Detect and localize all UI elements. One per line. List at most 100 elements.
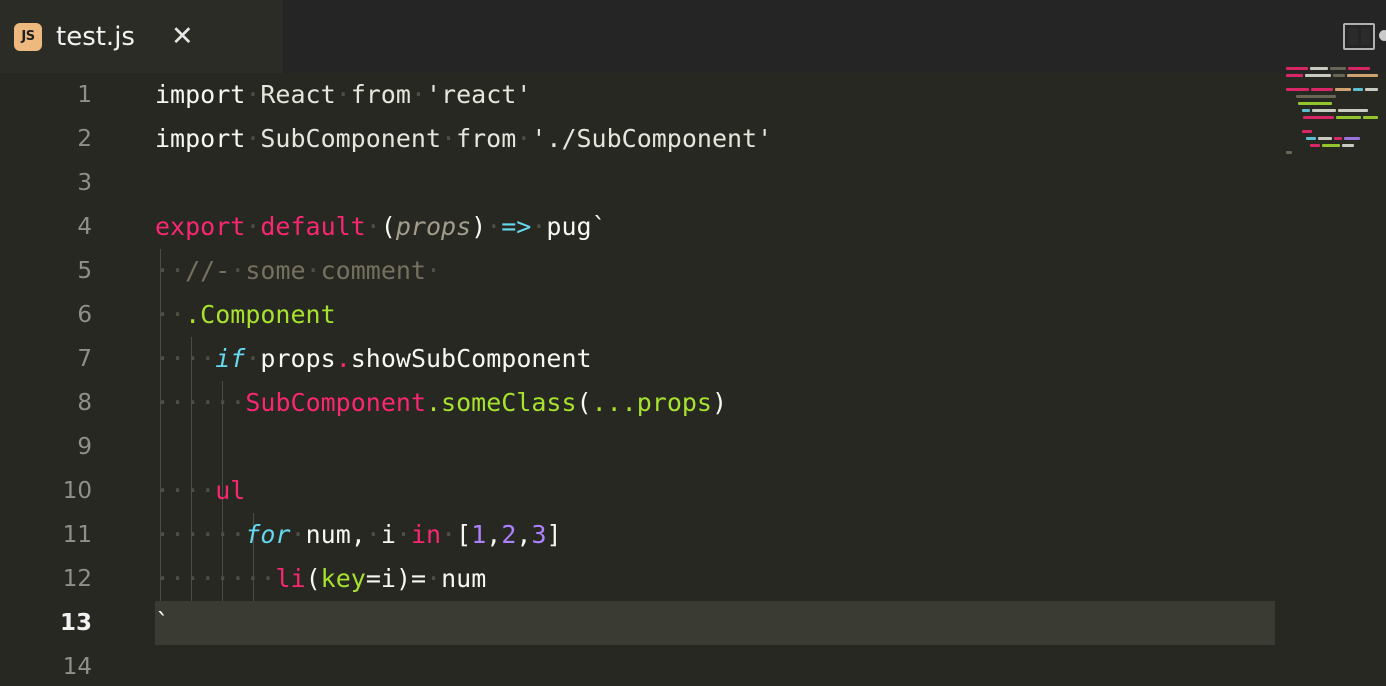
code-token: · <box>230 256 246 285</box>
code-token: · <box>441 520 457 549</box>
code-token: i <box>380 520 396 549</box>
minimap-segment <box>1286 109 1300 112</box>
code-token: · <box>245 80 261 109</box>
code-line-4[interactable]: 4 export·default·(props)·=>·pug` <box>0 205 1386 249</box>
code-token: ] <box>546 520 562 549</box>
code-line-10[interactable]: 10 ····ul <box>0 469 1386 513</box>
minimap-segment <box>1303 116 1334 119</box>
minimap-line <box>1286 73 1378 78</box>
code-token: , <box>516 520 532 549</box>
minimap-line <box>1286 87 1378 92</box>
code-token: · <box>185 388 201 417</box>
code-token: some <box>245 256 306 285</box>
code-token: props <box>395 212 472 241</box>
code-token: · <box>230 564 246 593</box>
minimap-line <box>1286 150 1378 155</box>
code-token: ` <box>155 608 171 637</box>
code-token: ) <box>471 212 487 241</box>
code-token: · <box>486 212 502 241</box>
code-token: · <box>200 388 216 417</box>
minimap-line <box>1286 101 1378 106</box>
js-file-icon: JS <box>14 22 42 51</box>
minimap-segment <box>1338 109 1368 112</box>
minimap-line <box>1286 136 1378 141</box>
minimap-segment <box>1302 130 1312 133</box>
line-number: 12 <box>62 566 92 592</box>
minimap-segment <box>1286 102 1296 105</box>
close-icon[interactable]: ✕ <box>171 23 194 50</box>
code-line-text: ········li(key=i)=·num <box>155 557 486 601</box>
code-line-3[interactable]: 3 <box>0 161 1386 205</box>
code-token: · <box>170 388 186 417</box>
code-token: · <box>410 80 426 109</box>
code-token: · <box>260 564 276 593</box>
code-token: num <box>441 564 487 593</box>
code-line-6[interactable]: 6 ··.Component <box>0 293 1386 337</box>
code-token: .Component <box>185 300 336 329</box>
code-line-text: ··//-·some·comment· <box>155 249 441 293</box>
minimap-segment <box>1286 74 1303 77</box>
code-token: · <box>441 124 457 153</box>
code-minimap[interactable] <box>1280 60 1386 180</box>
code-token: ( <box>305 564 321 593</box>
code-token: i <box>380 564 396 593</box>
code-token: · <box>170 564 186 593</box>
minimap-segment <box>1286 137 1304 140</box>
line-number: 2 <box>77 126 92 152</box>
code-line-8[interactable]: 8 ······SubComponent.someClass(...props) <box>0 381 1386 425</box>
minimap-line <box>1286 66 1378 71</box>
tab-test-js[interactable]: JS test.js ✕ <box>0 0 283 73</box>
code-token: props <box>260 344 336 373</box>
minimap-segment <box>1342 144 1354 147</box>
code-line-2[interactable]: 2 import·SubComponent·from·'./SubComponen… <box>0 117 1386 161</box>
minimap-segment <box>1306 137 1316 140</box>
code-line-text: ` <box>155 601 170 645</box>
code-token: export <box>155 212 246 241</box>
minimap-line <box>1286 108 1378 113</box>
minimap-line <box>1286 80 1378 85</box>
code-token: for <box>245 520 291 549</box>
code-token: · <box>215 520 231 549</box>
code-token: from <box>456 124 517 153</box>
split-pane-right <box>1360 28 1370 45</box>
code-line-13[interactable]: 13 ` <box>0 601 1386 645</box>
code-line-11[interactable]: 11 ······for·num,·i·in·[1,2,3] <box>0 513 1386 557</box>
code-line-14[interactable]: 14 <box>0 645 1386 686</box>
code-token: · <box>170 300 186 329</box>
code-line-1[interactable]: 1 import·React·from·'react' <box>0 73 1386 117</box>
code-token: · <box>170 256 186 285</box>
code-token: .someClass <box>426 388 577 417</box>
code-line-5[interactable]: 5 ··//-·some·comment· <box>0 249 1386 293</box>
minimap-segment <box>1296 95 1336 98</box>
code-token: comment <box>320 256 426 285</box>
code-token: · <box>200 564 216 593</box>
code-line-9[interactable]: 9 <box>0 425 1386 469</box>
code-line-text: ······for·num,·i·in·[1,2,3] <box>155 513 562 557</box>
minimap-segment <box>1310 67 1328 70</box>
minimap-segment <box>1333 74 1346 77</box>
code-content-area[interactable]: 1 import·React·from·'react' 2 import·SubCom… <box>0 73 1386 686</box>
code-line-7[interactable]: 7 ····if·props.showSubComponent <box>0 337 1386 381</box>
more-actions-icon[interactable] <box>1379 30 1386 41</box>
code-line-12[interactable]: 12 ········li(key=i)=·num <box>0 557 1386 601</box>
minimap-segment <box>1330 67 1346 70</box>
code-line-text: ······SubComponent.someClass(...props) <box>155 381 727 425</box>
code-token: if <box>215 344 246 373</box>
minimap-segment <box>1286 116 1302 119</box>
code-token: './SubComponent' <box>531 124 773 153</box>
code-token: · <box>155 564 171 593</box>
code-token: · <box>365 212 381 241</box>
code-line-list: 1 import·React·from·'react' 2 import·SubCom… <box>0 73 1386 686</box>
code-token: li <box>275 564 306 593</box>
line-number: 11 <box>62 522 92 548</box>
code-line-text: export·default·(props)·=>·pug` <box>155 205 607 249</box>
minimap-segment <box>1335 116 1361 119</box>
code-token: 'react' <box>425 80 532 109</box>
code-token: ( <box>380 212 396 241</box>
minimap-line <box>1286 143 1378 148</box>
code-token: import <box>155 80 246 109</box>
editor-tab-bar: JS test.js ✕ <box>0 0 1386 73</box>
code-line-text: import·React·from·'react' <box>155 73 531 117</box>
minimap-segment <box>1348 67 1370 70</box>
code-token: . <box>335 344 351 373</box>
